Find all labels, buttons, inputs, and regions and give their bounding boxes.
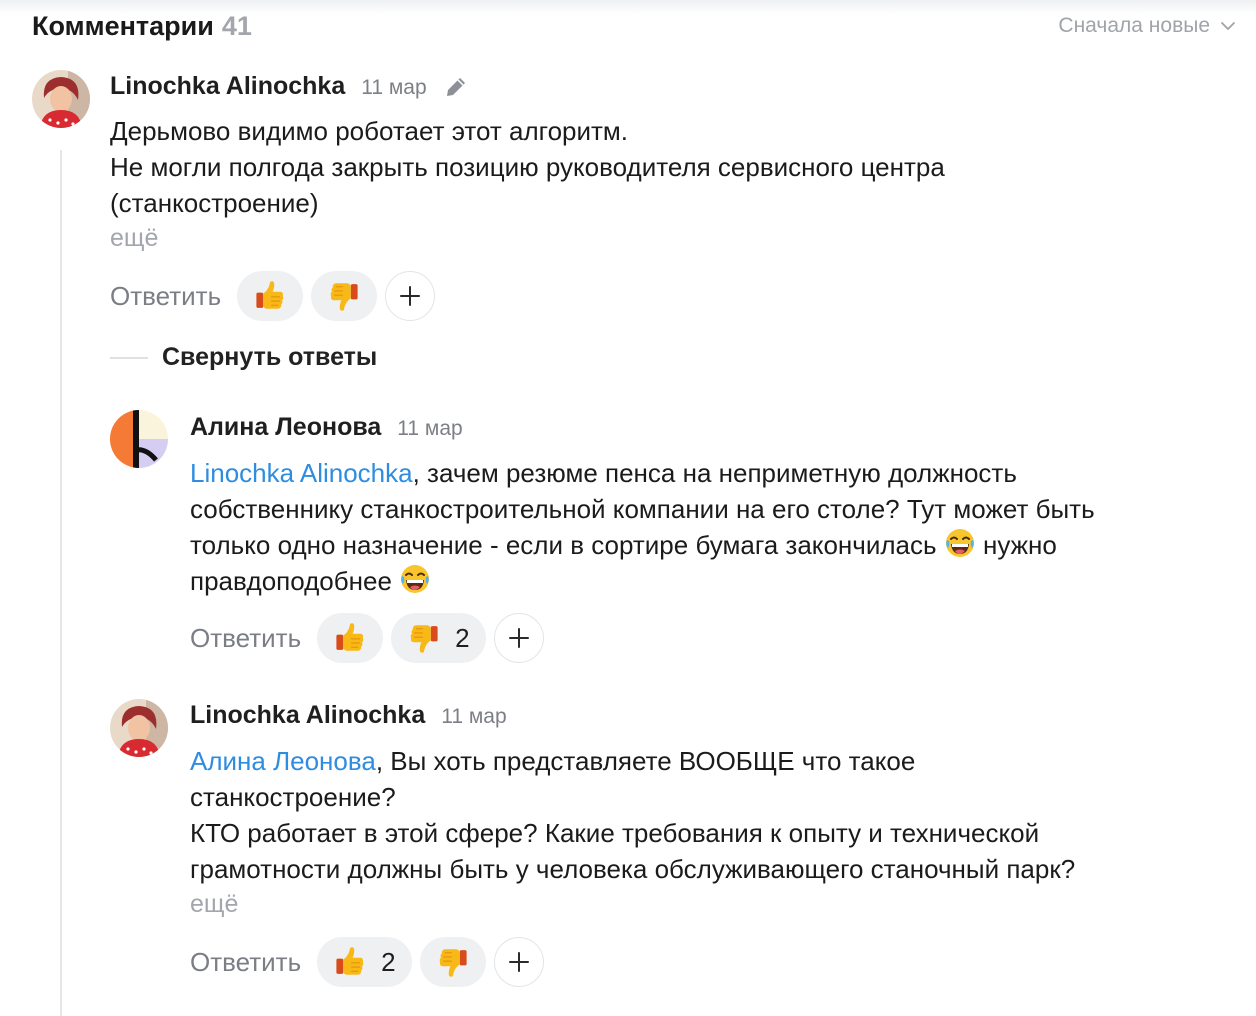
comment-date: 11 мар <box>361 76 427 99</box>
thumbs-down-icon <box>436 945 470 979</box>
plus-icon <box>398 284 422 308</box>
sort-label: Сначала новые <box>1058 14 1210 37</box>
comment-line: Linochka Alinochka, зачем резюме пенса н… <box>190 455 1250 491</box>
thumbs-up-icon <box>333 621 367 655</box>
avatar[interactable] <box>110 410 168 468</box>
comment-line: КТО работает в этой сфере? Какие требова… <box>190 818 1040 848</box>
comment-line: правдоподобнее <box>190 563 1250 599</box>
laughing-emoji-icon <box>399 563 431 595</box>
add-reaction-button[interactable] <box>493 613 544 663</box>
add-reaction-button[interactable] <box>385 271 436 321</box>
comment-line: (станкостроение) <box>110 188 319 218</box>
comment-text: Алина Леонова, Вы хоть представляете ВОО… <box>190 743 1250 887</box>
comment-author[interactable]: Linochka Alinochka <box>190 701 425 730</box>
comments-title: Комментарии 41 <box>32 11 252 42</box>
comment-text: Дерьмово видимо роботает этот алгоритм. … <box>110 113 1210 221</box>
comment-meta: Алина Леонова 11 мар <box>190 413 463 442</box>
reply-button[interactable]: Ответить <box>190 623 301 654</box>
comment-line: только одно назначение - если в сортире … <box>190 527 1250 563</box>
comment-actions: Ответить <box>110 271 436 321</box>
thumbs-up-icon <box>253 279 287 313</box>
comment-line: грамотности должны быть у человека обслу… <box>190 854 1076 884</box>
dislike-button[interactable] <box>419 937 486 987</box>
comment-date: 11 мар <box>397 417 463 440</box>
comment-line: Алина Леонова, Вы хоть представляете ВОО… <box>190 743 1250 779</box>
comments-title-label: Комментарии <box>32 10 214 41</box>
like-button[interactable]: 2 <box>317 937 412 987</box>
comment-line: собственнику станкостроительной компании… <box>190 494 1095 524</box>
comment-author[interactable]: Алина Леонова <box>190 413 381 442</box>
comment-meta: Linochka Alinochka 11 мар <box>110 72 469 101</box>
collapse-divider <box>110 356 148 359</box>
thumbs-down-icon <box>407 621 441 655</box>
collapse-replies-button[interactable]: Свернуть ответы <box>110 343 377 372</box>
dislike-count: 2 <box>455 622 470 653</box>
dislike-button[interactable]: 2 <box>391 613 486 663</box>
mention-link[interactable]: Linochka Alinochka <box>190 458 413 488</box>
comment-line-text: нужно <box>983 530 1057 560</box>
avatar[interactable] <box>32 70 90 128</box>
comment-actions: Ответить 2 <box>190 937 544 987</box>
mention-link[interactable]: Алина Леонова <box>190 746 376 776</box>
comment-meta: Linochka Alinochka 11 мар <box>190 701 507 730</box>
like-count: 2 <box>381 946 396 977</box>
plus-icon <box>507 950 531 974</box>
comment-line: станкостроение? <box>190 782 396 812</box>
comment-line-text: только одно назначение - если в сортире … <box>190 530 937 560</box>
reply-button[interactable]: Ответить <box>110 281 221 312</box>
thumbs-up-icon <box>333 945 367 979</box>
comment-line: Дерьмово видимо роботает этот алгоритм. <box>110 116 629 146</box>
comment-line-text: , Вы хоть представляете ВООБЩЕ что такое <box>375 746 916 776</box>
comments-header: Комментарии 41 Сначала новые <box>32 8 1236 44</box>
more-link[interactable]: ещё <box>110 224 158 253</box>
chevron-down-icon <box>1221 22 1235 30</box>
comment-actions: Ответить 2 <box>190 613 544 663</box>
comment-line-text: , зачем резюме пенса на неприметную долж… <box>412 458 1017 488</box>
avatar[interactable] <box>110 699 168 757</box>
dislike-button[interactable] <box>311 271 378 321</box>
comment-text: Linochka Alinochka, зачем резюме пенса н… <box>190 455 1250 599</box>
comment-line-text: правдоподобнее <box>190 566 392 596</box>
laughing-emoji-icon <box>944 527 976 559</box>
comment-line: Не могли полгода закрыть позицию руковод… <box>110 152 945 182</box>
more-link[interactable]: ещё <box>190 890 238 919</box>
add-reaction-button[interactable] <box>493 937 544 987</box>
thumbs-down-icon <box>327 279 361 313</box>
thread-line <box>60 150 62 1016</box>
sort-dropdown[interactable]: Сначала новые <box>1058 14 1236 38</box>
collapse-replies-label: Свернуть ответы <box>162 343 378 371</box>
reply-button[interactable]: Ответить <box>190 947 301 978</box>
comment-date: 11 мар <box>441 705 507 728</box>
plus-icon <box>507 626 531 650</box>
like-button[interactable] <box>237 271 304 321</box>
comments-count: 41 <box>221 10 252 41</box>
comment-author[interactable]: Linochka Alinochka <box>110 72 345 101</box>
pencil-icon[interactable] <box>443 74 469 100</box>
like-button[interactable] <box>317 613 384 663</box>
